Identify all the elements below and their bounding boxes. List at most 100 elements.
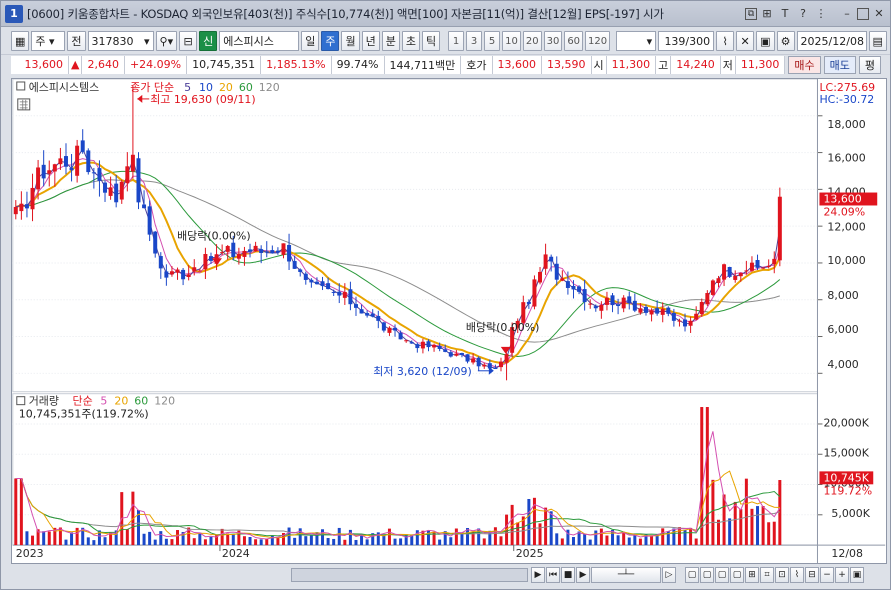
volume-bar xyxy=(767,522,771,546)
eval-button[interactable]: 평 xyxy=(858,55,881,74)
interval-5[interactable]: 5 xyxy=(484,31,501,51)
candle-body xyxy=(97,168,102,181)
period-second[interactable]: 초 xyxy=(401,31,420,51)
zoom-slider-end-icon[interactable]: ▷ xyxy=(662,567,676,583)
candle-body xyxy=(744,270,749,272)
tool-a-icon[interactable]: ⊞ xyxy=(745,567,759,583)
volume-bar xyxy=(633,534,637,546)
volume-bar xyxy=(203,539,207,546)
scroll-track[interactable] xyxy=(291,568,528,582)
volume-bar xyxy=(259,539,263,546)
tool-c-icon[interactable]: ⊡ xyxy=(775,567,789,583)
link-icon[interactable]: ⊞ xyxy=(759,6,775,22)
candle-body xyxy=(75,145,80,176)
interval-input[interactable]: ▾ xyxy=(616,31,657,51)
minimize-icon[interactable]: – xyxy=(839,6,855,22)
price-tick-8000: 8,000 xyxy=(827,289,858,302)
period-year[interactable]: 년 xyxy=(361,31,380,51)
volume-bar xyxy=(287,527,291,546)
close-icon[interactable]: ✕ xyxy=(871,6,887,22)
volume-bar xyxy=(661,528,665,546)
volume-bar xyxy=(159,531,163,546)
prev-button[interactable]: 전 xyxy=(67,31,86,51)
window-number-badge[interactable]: 1 xyxy=(5,4,23,23)
candle-body xyxy=(309,279,314,283)
window-c-icon[interactable]: ▢ xyxy=(715,567,729,583)
interval-10[interactable]: 10 xyxy=(502,31,521,51)
crosshair-icon[interactable]: ✕ xyxy=(736,31,755,51)
candle-body xyxy=(103,182,108,193)
credit-button[interactable]: 신 xyxy=(199,31,218,51)
volume-bar xyxy=(527,498,531,546)
type-select[interactable]: 주 ▾ xyxy=(31,31,66,51)
layout-icon[interactable]: ▦ xyxy=(11,31,30,51)
volume-bar xyxy=(365,539,369,546)
volume-bar xyxy=(220,528,224,546)
period-tick[interactable]: 틱 xyxy=(421,31,441,51)
date-field[interactable]: 2025/12/08 xyxy=(796,31,867,51)
interval-30[interactable]: 30 xyxy=(543,31,563,51)
stock-code-input[interactable]: 317830 ▾ xyxy=(87,31,154,51)
interval-3[interactable]: 3 xyxy=(466,31,483,51)
restore-icon[interactable]: ⧉ xyxy=(745,7,757,20)
interval-60[interactable]: 60 xyxy=(564,31,584,51)
scroll-right-icon[interactable]: ▶ xyxy=(531,567,545,583)
candle-body xyxy=(554,263,559,280)
window-b-icon[interactable]: ▢ xyxy=(700,567,714,583)
chart-settings-icon[interactable]: ▣ xyxy=(850,567,864,583)
volume-bar xyxy=(25,531,29,546)
zoom-in-icon[interactable]: + xyxy=(835,567,849,583)
font-t-icon[interactable]: T xyxy=(777,6,793,22)
draw-icon[interactable]: ⌇ xyxy=(716,31,735,51)
candle-body xyxy=(365,313,370,316)
save-icon[interactable]: ▣ xyxy=(756,31,775,51)
volume-legend-ma20: 20 xyxy=(114,395,128,408)
period-week[interactable]: 주 xyxy=(321,31,340,51)
stock-chart[interactable]: 에스피시스템스 종가 단순 5 10 20 60 120 LC:275.69 H… xyxy=(11,78,887,564)
scroll-first-icon[interactable]: ⏮ xyxy=(546,567,560,583)
buy-button[interactable]: 매수 xyxy=(788,55,821,74)
sell-button[interactable]: 매도 xyxy=(823,55,856,74)
volume-bar xyxy=(744,478,748,546)
count-field[interactable]: 139/300 xyxy=(658,31,715,51)
volume-bar xyxy=(588,539,592,546)
search-icon[interactable]: ⚲▾ xyxy=(155,31,178,51)
calendar-icon[interactable]: ▤ xyxy=(868,31,887,51)
interval-1[interactable]: 1 xyxy=(448,31,465,51)
horizontal-scrollbar[interactable]: ▶ ⏮ ■ ▶ ─┴─ ▷ ▢ ▢ ▢ ▢ ⊞ ⌗ ⊡ ⌇ ⊟ − + ▣ xyxy=(11,565,887,585)
settings-icon[interactable]: ⚙ xyxy=(776,31,795,51)
candle-body xyxy=(147,206,152,235)
help-icon[interactable]: ? xyxy=(795,6,811,22)
candle-body xyxy=(298,269,303,272)
period-minute[interactable]: 분 xyxy=(381,31,400,51)
amount-value: 144,711백만 xyxy=(384,55,462,74)
candle-body xyxy=(181,269,186,280)
volume-legend-value: 10,745,351주(119.72%) xyxy=(19,408,149,421)
volume-bar xyxy=(309,535,313,546)
window-a-icon[interactable]: ▢ xyxy=(685,567,699,583)
pin-icon[interactable]: ⋮ xyxy=(813,6,829,22)
window-d-icon[interactable]: ▢ xyxy=(730,567,744,583)
tool-e-icon[interactable]: ⊟ xyxy=(805,567,819,583)
period-day[interactable]: 일 xyxy=(301,31,320,51)
play-icon[interactable]: ▶ xyxy=(576,567,590,583)
zoom-slider[interactable]: ─┴─ xyxy=(591,567,661,583)
candle-body xyxy=(599,304,604,311)
interval-20[interactable]: 20 xyxy=(522,31,542,51)
volume-bar xyxy=(70,532,74,546)
period-month[interactable]: 월 xyxy=(341,31,360,51)
volume-bar xyxy=(650,535,654,546)
candle-body xyxy=(248,249,253,252)
volume-bar xyxy=(683,529,687,546)
candle-body xyxy=(409,342,414,344)
tool-d-icon[interactable]: ⌇ xyxy=(790,567,804,583)
interval-120[interactable]: 120 xyxy=(585,31,611,51)
tool-b-icon[interactable]: ⌗ xyxy=(760,567,774,583)
ratio-value: 99.74% xyxy=(331,55,385,74)
volume-bar xyxy=(103,537,107,546)
maximize-icon[interactable] xyxy=(857,7,869,20)
zoom-out-icon[interactable]: − xyxy=(820,567,834,583)
volume-tick-5000k: 5,000K xyxy=(831,507,870,520)
stop-icon[interactable]: ■ xyxy=(561,567,575,583)
lock-icon[interactable]: ⊟ xyxy=(179,31,198,51)
